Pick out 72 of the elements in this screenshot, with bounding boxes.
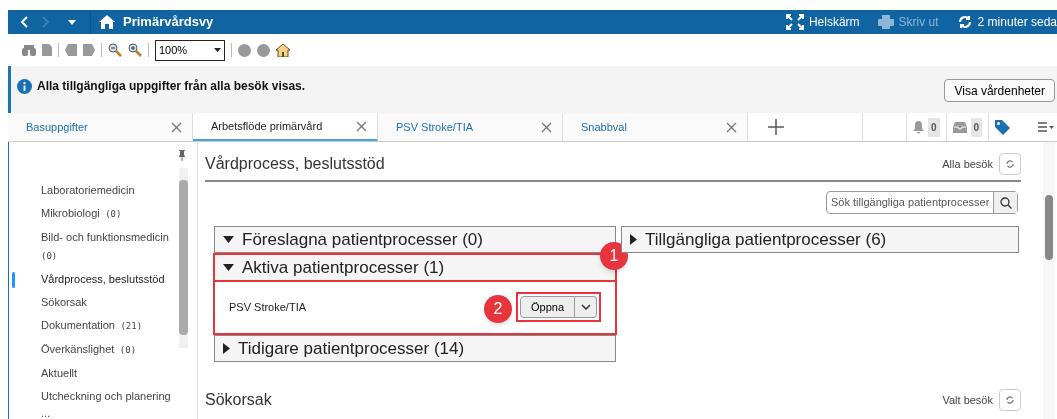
panel-title: Aktiva patientprocesser (1) bbox=[242, 256, 445, 279]
chevron-down-icon bbox=[580, 304, 591, 310]
count-badge: 0 bbox=[928, 117, 940, 137]
caret-down-icon bbox=[223, 264, 234, 271]
close-icon[interactable] bbox=[726, 121, 737, 133]
panel-title: Tillgängliga patientprocesser (6) bbox=[645, 228, 887, 251]
sidebar-link[interactable]: Vårdprocess, beslutsstöd bbox=[41, 271, 182, 288]
info-message: Alla tillgängliga uppgifter från alla besök visas. bbox=[37, 78, 306, 95]
tab[interactable]: Basuppgifter bbox=[8, 113, 193, 141]
tag-icon[interactable] bbox=[995, 119, 1011, 135]
zoom-select[interactable]: 100% bbox=[155, 39, 225, 61]
caret-right-icon bbox=[223, 343, 230, 354]
toolbar-action[interactable]: Helskärm bbox=[785, 13, 860, 31]
process-name: PSV Stroke/TIA bbox=[229, 299, 307, 315]
window-title: Primärvårdsvy bbox=[123, 13, 214, 32]
scrollbar-thumb[interactable] bbox=[1045, 195, 1053, 260]
pin-icon[interactable] bbox=[179, 150, 185, 161]
home-icon[interactable] bbox=[99, 15, 115, 29]
refresh-icon bbox=[1005, 395, 1015, 405]
scope-label: Valt besök bbox=[942, 392, 993, 408]
next-page-icon[interactable] bbox=[83, 44, 95, 56]
close-icon[interactable] bbox=[541, 121, 552, 133]
info-icon bbox=[17, 78, 32, 94]
previous-page-icon[interactable] bbox=[65, 44, 77, 56]
open-button[interactable]: Öppna bbox=[519, 296, 575, 318]
section-title: Vårdprocess, beslutsstöd bbox=[205, 154, 385, 174]
panel-title: Föreslagna patientprocesser (0) bbox=[242, 228, 483, 251]
show-units-button[interactable]: Visa vårdenheter bbox=[944, 79, 1055, 102]
refresh-icon[interactable] bbox=[956, 14, 973, 30]
panel-title: Tidigare patientprocesser (14) bbox=[238, 337, 465, 360]
sidebar-link[interactable]: Utcheckning och planering ... bbox=[41, 388, 182, 419]
refresh-button[interactable] bbox=[999, 389, 1021, 411]
close-icon[interactable] bbox=[356, 120, 367, 132]
panel-header[interactable]: Tidigare patientprocesser (14) bbox=[214, 335, 616, 362]
record-button-icon[interactable] bbox=[257, 43, 270, 57]
plus-icon bbox=[768, 119, 784, 135]
sidebar-link[interactable]: Aktuellt bbox=[41, 365, 182, 382]
refresh-button[interactable] bbox=[999, 153, 1021, 175]
close-icon[interactable] bbox=[171, 121, 182, 133]
sidebar-link[interactable]: Dokumentation (21) bbox=[41, 317, 182, 335]
scope-label: Alla besök bbox=[942, 156, 993, 172]
callout-marker: 2 bbox=[483, 295, 512, 323]
tab[interactable]: Snabbval bbox=[563, 113, 748, 141]
page-icon[interactable] bbox=[42, 44, 52, 56]
caret-down-icon bbox=[223, 236, 234, 243]
search-field[interactable]: Sök tillgängliga patientprocesser bbox=[826, 191, 1018, 214]
panel-header[interactable]: Tillgängliga patientprocesser (6) bbox=[621, 226, 1019, 253]
back-icon[interactable] bbox=[20, 16, 28, 28]
inbox-icon[interactable] bbox=[952, 121, 967, 133]
caret-right-icon bbox=[630, 234, 637, 245]
zoom-out-icon[interactable] bbox=[108, 43, 122, 57]
caret-down-icon bbox=[214, 48, 221, 52]
zoom-in-icon[interactable] bbox=[128, 43, 142, 57]
sidebar-link[interactable]: Bild- och funktionsmedicin (0) bbox=[41, 229, 182, 265]
tab[interactable]: PSV Stroke/TIA bbox=[378, 113, 563, 141]
sidebar-link[interactable]: Sökorsak bbox=[41, 294, 182, 311]
home-icon[interactable] bbox=[276, 43, 290, 57]
fullscreen-icon[interactable] bbox=[785, 14, 804, 30]
sidebar-link[interactable]: Mikrobiologi (0) bbox=[41, 205, 182, 223]
count-badge: 0 bbox=[970, 117, 983, 137]
sidebar-link[interactable]: Laboratoriemedicin bbox=[41, 182, 182, 199]
dropdown-icon[interactable] bbox=[68, 19, 76, 25]
sidebar-link[interactable]: Överkänslighet (0) bbox=[41, 341, 182, 359]
dropdown-button[interactable] bbox=[575, 296, 597, 318]
refresh-icon bbox=[1005, 159, 1015, 169]
record-button-icon[interactable] bbox=[238, 43, 251, 57]
search-icon[interactable] bbox=[993, 192, 1017, 213]
bell-icon[interactable] bbox=[913, 120, 924, 134]
toolbar-action[interactable]: 2 minuter seda bbox=[956, 13, 1057, 31]
section-title: Sökorsak bbox=[205, 390, 272, 410]
menu-icon[interactable] bbox=[1038, 122, 1055, 132]
binoculars-icon[interactable] bbox=[22, 44, 36, 56]
